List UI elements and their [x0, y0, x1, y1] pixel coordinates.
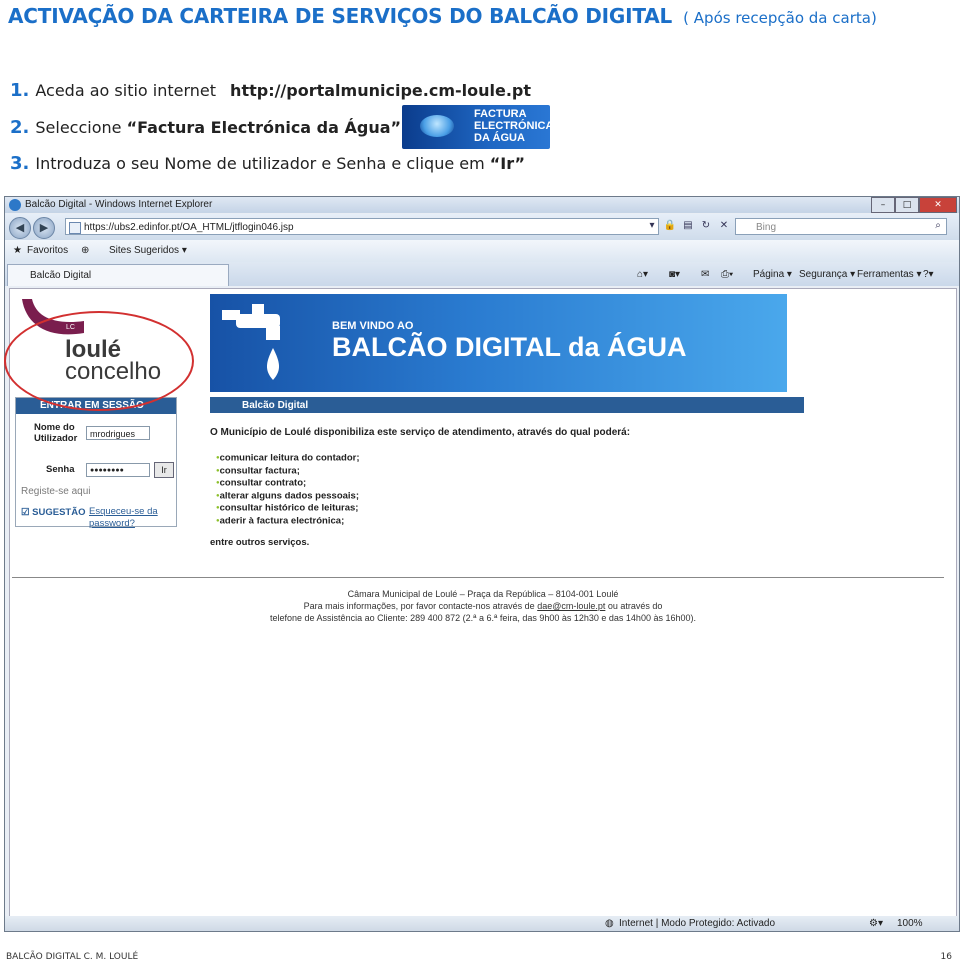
search-icon[interactable]: ⌕ [931, 219, 945, 233]
globe-icon: ◍ [605, 918, 614, 929]
home-icon[interactable]: ⌂▾ [637, 269, 648, 280]
step-emphasis: “Ir” [489, 154, 525, 173]
footer-contact-text: Para mais informações, por favor contact… [303, 601, 535, 611]
forward-button[interactable]: ▶ [33, 217, 55, 239]
address-url: https://ubs2.edinfor.pt/OA_HTML/jtflogin… [84, 222, 294, 233]
address-bar[interactable]: https://ubs2.edinfor.pt/OA_HTML/jtflogin… [65, 218, 659, 235]
favorites-button[interactable]: Favoritos [27, 245, 68, 256]
status-zone: Internet | Modo Protegido: Activado [619, 918, 776, 929]
banner-title: BALCÃO DIGITAL da ÁGUA [332, 332, 687, 362]
service-item: comunicar leitura do contador; [216, 452, 360, 465]
window-title: Balcão Digital - Windows Internet Explor… [25, 199, 213, 210]
service-item: consultar factura; [216, 465, 360, 478]
service-item: consultar contrato; [216, 477, 360, 490]
page-icon [69, 222, 81, 234]
stop-icon[interactable]: ✕ [717, 219, 731, 233]
menu-tools[interactable]: Ferramentas ▾ [857, 269, 921, 280]
step-1: 1. Aceda ao sitio internet http://portalmu… [10, 80, 531, 101]
window-titlebar: Balcão Digital - Windows Internet Explor… [5, 197, 959, 213]
document-heading: ACTIVAÇÃO DA CARTEIRA DE SERVIÇOS DO BAL… [8, 4, 877, 28]
footer-address: Câmara Municipal de Loulé – Praça da Rep… [347, 589, 619, 599]
compatibility-icon[interactable]: ▤ [681, 219, 695, 233]
status-bar: ◍ Internet | Modo Protegido: Activado ⚙▾… [5, 916, 959, 931]
forgot-password-link[interactable]: Esqueceu-se da password? [89, 506, 169, 530]
step-text: Aceda ao sitio internet [35, 81, 217, 100]
page-number: 16 [940, 952, 952, 962]
heading-main: ACTIVAÇÃO DA CARTEIRA DE SERVIÇOS DO BAL… [8, 4, 673, 28]
suggestion-label: ☑ SUGESTÃO [21, 507, 85, 518]
banner-welcome: BEM VINDO AO [332, 320, 414, 332]
menu-security[interactable]: Segurança ▾ [799, 269, 855, 280]
help-icon[interactable]: ?▾ [923, 269, 934, 280]
step-text: Introduza o seu Nome de utilizador e Sen… [35, 154, 485, 173]
login-panel: ENTRAR EM SESSÃO Nome do Utilizador mrod… [15, 397, 177, 530]
tab-bar: Balcão Digital ⌂▾ ◙▾ ✉ ⎙▾ Página ▾ Segur… [5, 262, 959, 286]
username-label: Nome do Utilizador [34, 422, 78, 444]
maximize-button[interactable]: □ [895, 197, 919, 213]
suggested-sites-button[interactable]: Sites Sugeridos ▾ [109, 245, 187, 256]
service-item: alterar alguns dados pessoais; [216, 490, 360, 503]
settings-icon[interactable]: ⚙▾ [869, 918, 883, 929]
go-button[interactable]: Ir [154, 462, 174, 478]
username-field[interactable]: mrodrigues [86, 426, 150, 440]
service-item: consultar histórico de leituras; [216, 502, 360, 515]
step-number: 1. [10, 80, 30, 101]
address-toolbar: ◀ ▶ https://ubs2.edinfor.pt/OA_HTML/jtfl… [5, 214, 959, 240]
check-icon: ☑ [21, 507, 30, 518]
footer-divider [12, 577, 944, 578]
water-tap-icon [222, 304, 280, 380]
intro-text: O Município de Loulé disponibiliza este … [210, 427, 631, 438]
section-header: Balcão Digital [210, 397, 804, 413]
step-2: 2. Seleccione “Factura Electrónica da Águ… [10, 117, 401, 138]
add-favorite-icon[interactable]: ⊕ [81, 245, 89, 256]
suggestion-text: SUGESTÃO [32, 507, 86, 518]
search-input[interactable]: Bing [735, 218, 947, 235]
favorites-star-icon[interactable]: ★ [13, 245, 22, 256]
close-button[interactable]: ✕ [919, 197, 957, 213]
other-services-text: entre outros serviços. [210, 537, 310, 548]
minimize-button[interactable]: – [871, 197, 895, 213]
service-item: aderir à factura electrónica; [216, 515, 360, 528]
step-3: 3. Introduza o seu Nome de utilizador e S… [10, 153, 525, 174]
print-icon[interactable]: ⎙▾ [721, 269, 733, 280]
page-footer-left: BALCÃO DIGITAL C. M. LOULÉ [6, 952, 139, 962]
step-number: 2. [10, 117, 30, 138]
register-link[interactable]: Registe-se aqui [21, 486, 90, 497]
footer-contact-text2: ou através do [607, 601, 663, 611]
browser-window: Balcão Digital - Windows Internet Explor… [4, 196, 960, 932]
mail-icon[interactable]: ✉ [701, 269, 709, 280]
feeds-icon[interactable]: ◙▾ [669, 269, 680, 280]
back-button[interactable]: ◀ [9, 217, 31, 239]
logo-line: ELECTRÓNICA [474, 120, 550, 132]
address-dropdown-icon[interactable]: ▾ [645, 219, 659, 233]
step-text: Seleccione [35, 118, 122, 137]
email-link[interactable]: dae@cm-loule.pt [537, 601, 605, 611]
step-url: http://portalmunicipe.cm-loule.pt [230, 81, 532, 100]
step-number: 3. [10, 153, 30, 174]
password-label: Senha [46, 464, 75, 475]
services-list: comunicar leitura do contador; consultar… [216, 452, 360, 527]
menu-page[interactable]: Página ▾ [753, 269, 792, 280]
footer-contact: Para mais informações, por favor contact… [10, 601, 956, 611]
password-field[interactable]: ●●●●●●●● [86, 463, 150, 477]
logo-line: DA ÁGUA [474, 132, 525, 144]
tab-label: Balcão Digital [30, 270, 92, 281]
tab-balcao-digital[interactable]: Balcão Digital [7, 264, 229, 286]
heading-sub: ( Após recepção da carta) [683, 9, 877, 27]
logo-line: FACTURA [474, 108, 527, 120]
factura-electronica-logo: FACTURA ELECTRÓNICA DA ÁGUA [402, 105, 550, 149]
highlight-circle [4, 311, 194, 411]
water-drop-icon [420, 115, 454, 137]
lock-icon[interactable]: 🔒 [663, 219, 677, 233]
refresh-icon[interactable]: ↻ [699, 219, 713, 233]
welcome-banner: BEM VINDO AO BALCÃO DIGITAL da ÁGUA [210, 294, 787, 392]
ie-icon [9, 199, 21, 211]
zoom-level[interactable]: 100% [897, 918, 923, 929]
favorites-bar: ★ Favoritos ⊕ Sites Sugeridos ▾ [5, 240, 959, 262]
step-emphasis: “Factura Electrónica da Água” [126, 118, 402, 137]
footer-phone: telefone de Assistência ao Cliente: 289 … [270, 613, 696, 623]
